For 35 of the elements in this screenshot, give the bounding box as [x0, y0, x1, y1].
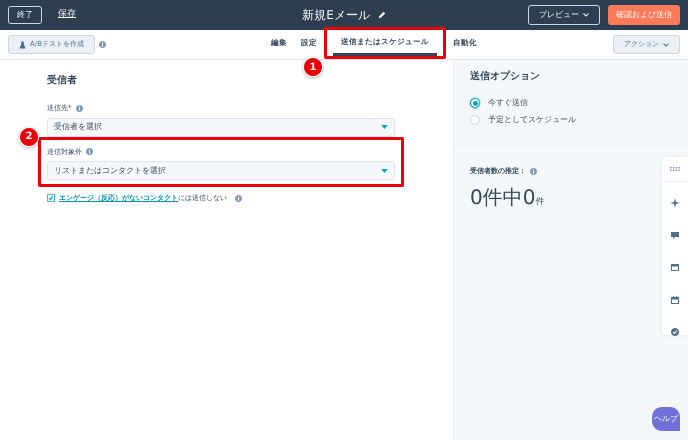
grid-icon[interactable] [670, 167, 680, 171]
radio-button[interactable] [470, 98, 480, 108]
info-icon [235, 194, 242, 202]
pencil-icon[interactable] [378, 11, 386, 19]
email-title: 新規Eメール [302, 7, 370, 24]
section-heading: 受信者 [47, 75, 78, 87]
save-link[interactable]: 保存 [58, 8, 76, 22]
calendar-icon[interactable] [671, 296, 679, 304]
radio-label: 今すぐ送信 [488, 97, 528, 109]
estimate-value: 0件中0 [470, 186, 536, 206]
flask-icon [19, 40, 26, 48]
window-icon[interactable] [671, 264, 679, 272]
radio-label: 予定としてスケジュール [488, 114, 576, 126]
check-circle-icon[interactable] [671, 328, 679, 336]
preview-button[interactable]: プレビュー [528, 5, 600, 25]
step-number: 1 [303, 57, 323, 77]
help-button[interactable]: ヘルプ [652, 407, 680, 431]
info-icon [530, 168, 537, 175]
info-icon [86, 148, 93, 156]
radio-button[interactable] [470, 115, 480, 125]
info-icon [76, 104, 82, 112]
info-icon [98, 41, 106, 48]
section-heading: 送信オプション [470, 71, 541, 83]
chevron-icon [663, 42, 669, 46]
checkbox[interactable] [47, 194, 55, 202]
caret-icon [381, 168, 388, 172]
step-number: 2 [19, 126, 39, 146]
comment-icon[interactable] [671, 232, 679, 240]
caret-icon [381, 125, 388, 129]
estimate-unit: 件 [535, 196, 544, 208]
select-field[interactable]: 受信者を選択 [47, 118, 395, 136]
exit-button[interactable]: 終了 [8, 6, 42, 24]
select-field[interactable]: リストまたはコンタクトを選択 [47, 161, 395, 180]
chevron-icon [583, 13, 589, 17]
sparkle-icon[interactable] [670, 198, 680, 208]
